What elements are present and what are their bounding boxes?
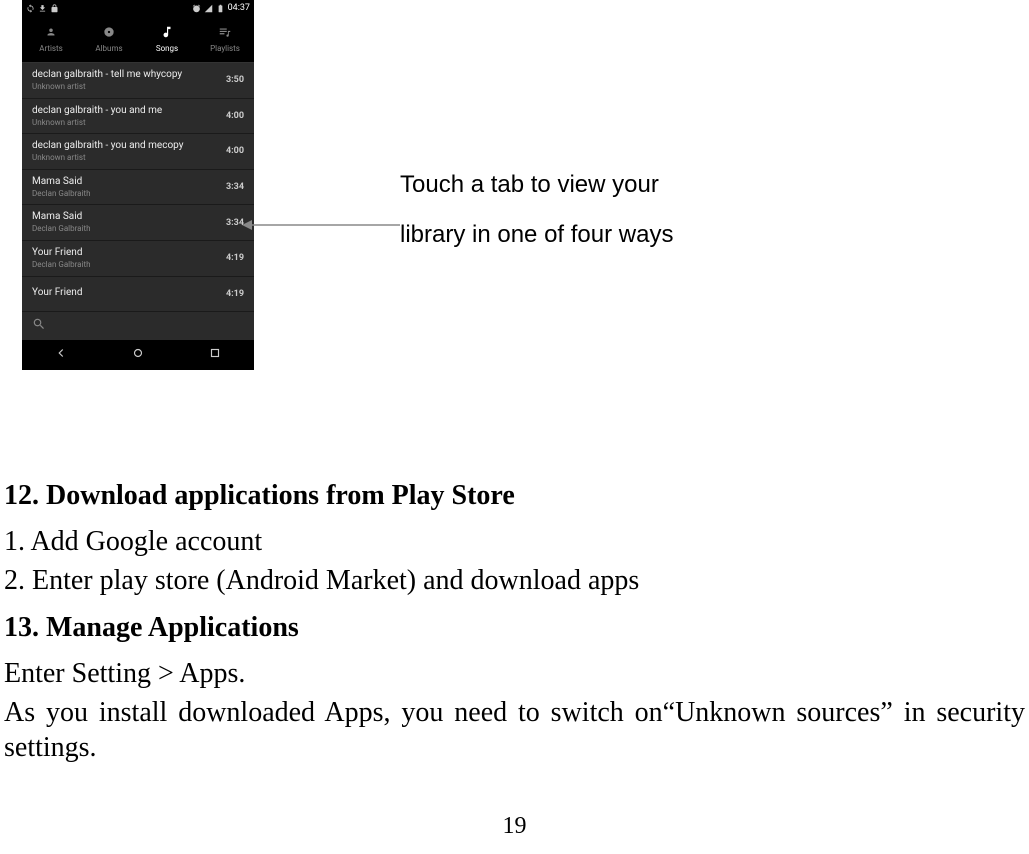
body-text: As you install downloaded Apps, you need… <box>4 695 1025 765</box>
tab-playlists[interactable]: Playlists <box>196 16 254 62</box>
list-item[interactable]: declan galbraith - you and me Unknown ar… <box>22 99 254 135</box>
step-text: 1. Add Google account <box>4 524 1025 559</box>
list-item[interactable]: Your Friend Declan Galbraith 4:19 <box>22 241 254 277</box>
signal-icon <box>204 4 213 13</box>
back-button[interactable] <box>54 346 68 364</box>
sync-icon <box>26 4 35 13</box>
download-icon <box>38 4 47 13</box>
song-list: declan galbraith - tell me whycopy Unkno… <box>22 63 254 340</box>
list-item[interactable]: Mama Said Declan Galbraith 3:34 <box>22 205 254 241</box>
home-button[interactable] <box>131 346 145 364</box>
heading-12: 12. Download applications from Play Stor… <box>4 480 1025 512</box>
tab-label: Artists <box>39 44 63 53</box>
song-title: Mama Said <box>32 176 91 188</box>
song-artist: Unknown artist <box>32 82 182 92</box>
song-artist: Unknown artist <box>32 153 183 163</box>
music-tabs: Artists Albums Songs Playlists <box>22 16 254 63</box>
tab-label: Albums <box>95 44 122 53</box>
recent-button[interactable] <box>208 346 222 364</box>
song-title: Your Friend <box>32 247 91 259</box>
status-time: 04:37 <box>228 3 250 13</box>
lock-icon <box>50 4 59 13</box>
callout-arrow <box>242 218 400 232</box>
song-title: Your Friend <box>32 287 82 299</box>
tab-artists[interactable]: Artists <box>22 16 80 62</box>
song-title: declan galbraith - tell me whycopy <box>32 69 182 81</box>
song-duration: 3:34 <box>226 182 244 192</box>
document-body: 12. Download applications from Play Stor… <box>0 480 1029 769</box>
song-duration: 4:00 <box>226 111 244 121</box>
search-icon <box>32 316 46 335</box>
heading-13: 13. Manage Applications <box>4 612 1025 644</box>
song-title: declan galbraith - you and me <box>32 105 162 117</box>
body-text: Enter Setting > Apps. <box>4 656 1025 691</box>
phone-screenshot: 04:37 Artists Albums Songs <box>22 0 254 370</box>
battery-icon <box>216 4 225 13</box>
song-artist: Unknown artist <box>32 118 162 128</box>
list-item[interactable]: declan galbraith - you and mecopy Unknow… <box>22 134 254 170</box>
song-artist: Declan Galbraith <box>32 189 91 199</box>
playlist-icon <box>218 25 232 42</box>
tab-label: Playlists <box>210 44 240 53</box>
search-row[interactable] <box>22 312 254 340</box>
step-text: 2. Enter play store (Android Market) and… <box>4 563 1025 598</box>
status-bar: 04:37 <box>22 0 254 16</box>
song-title: declan galbraith - you and mecopy <box>32 140 183 152</box>
song-duration: 4:00 <box>226 146 244 156</box>
alarm-icon <box>192 4 201 13</box>
callout-text: Touch a tab to view your library in one … <box>400 160 673 261</box>
tab-albums[interactable]: Albums <box>80 16 138 62</box>
page-number: 19 <box>0 813 1029 840</box>
artist-icon <box>44 25 58 42</box>
tab-label: Songs <box>156 44 178 53</box>
song-duration: 3:50 <box>226 75 244 85</box>
list-item[interactable]: declan galbraith - tell me whycopy Unkno… <box>22 63 254 99</box>
song-title: Mama Said <box>32 211 91 223</box>
song-duration: 4:19 <box>226 289 244 299</box>
song-duration: 4:19 <box>226 253 244 263</box>
list-item[interactable]: Mama Said Declan Galbraith 3:34 <box>22 170 254 206</box>
songs-icon <box>160 25 174 42</box>
song-artist: Declan Galbraith <box>32 224 91 234</box>
album-icon <box>102 25 116 42</box>
list-item[interactable]: Your Friend 4:19 <box>22 277 254 312</box>
callout-line: Touch a tab to view your <box>400 160 673 210</box>
android-nav-bar <box>22 340 254 370</box>
callout-line: library in one of four ways <box>400 210 673 260</box>
song-artist: Declan Galbraith <box>32 260 91 270</box>
tab-songs[interactable]: Songs <box>138 16 196 62</box>
